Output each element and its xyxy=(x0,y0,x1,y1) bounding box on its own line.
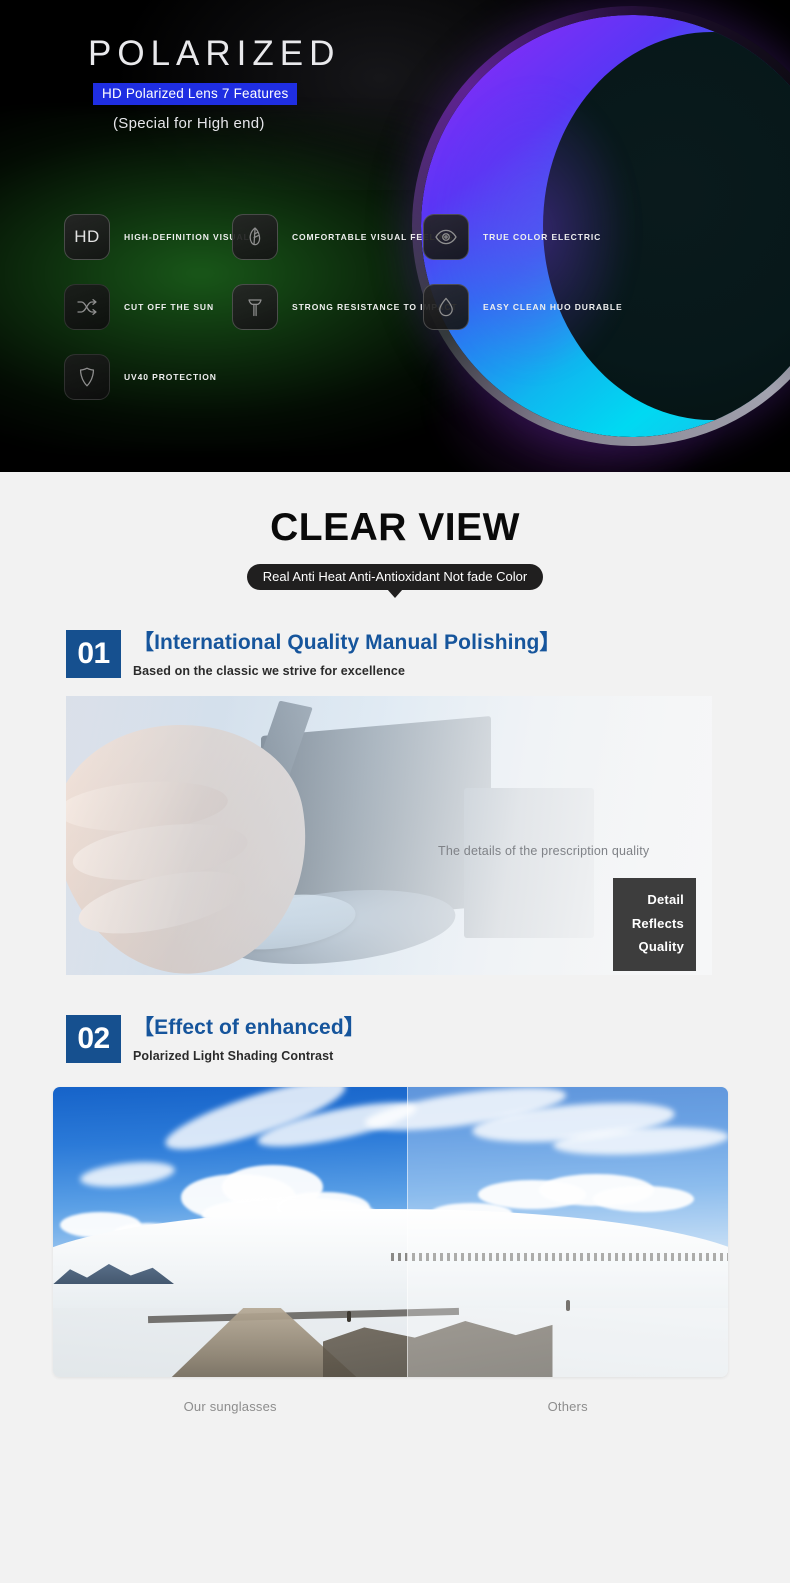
section-01-header: 01 【International Quality Manual Polishi… xyxy=(0,630,790,678)
feature-item-easy-clean-huo-durable: EASY CLEAN HUO DURABLE xyxy=(423,284,623,330)
clear-view-section: CLEAR VIEW Real Anti Heat Anti-Antioxida… xyxy=(0,472,790,1525)
hd-icon-label: HD xyxy=(74,227,100,246)
section-01-title: 【International Quality Manual Polishing】 xyxy=(133,631,561,654)
detail-reflects-quality-box: Detail Reflects Quality xyxy=(613,878,696,972)
section-02-title: 【Effect of enhanced】 xyxy=(133,1016,365,1040)
section-01-subtitle: Based on the classic we strive for excel… xyxy=(133,664,405,679)
caption-others: Others xyxy=(547,1399,588,1415)
leaf-icon xyxy=(232,214,278,260)
box-line-quality: Quality xyxy=(638,939,684,955)
feature-item-true-color-electric: TRUE COLOR ELECTRIC xyxy=(423,214,601,260)
feature-label: TRUE COLOR ELECTRIC xyxy=(483,232,602,242)
product-detail-page: POLARIZED HD Polarized Lens 7 Features (… xyxy=(0,0,790,1525)
hero-banner: POLARIZED HD Polarized Lens 7 Features (… xyxy=(0,0,790,472)
feature-item-high-definition-visual: HD HIGH-DEFINITION VISUAL xyxy=(64,214,250,260)
feature-item-comfortable-visual-feeling: COMFORTABLE VISUAL FEELING xyxy=(232,214,453,260)
water-drop-icon xyxy=(423,284,469,330)
photo-caption: The details of the prescription quality xyxy=(438,844,650,859)
shield-icon-svg xyxy=(79,367,95,387)
section-02-header: 02 【Effect of enhanced】 Polarized Light … xyxy=(0,1015,790,1063)
caption-our-sunglasses: Our sunglasses xyxy=(183,1399,277,1415)
feature-label: CUT OFF THE SUN xyxy=(124,302,214,312)
section-01: 01 【International Quality Manual Polishi… xyxy=(0,630,790,976)
section-01-number: 01 xyxy=(66,630,121,678)
shuffle-icon xyxy=(64,284,110,330)
clear-view-badge-wrap: Real Anti Heat Anti-Antioxidant Not fade… xyxy=(0,564,790,590)
hammer-icon-svg xyxy=(248,299,262,317)
clear-view-title: CLEAR VIEW xyxy=(270,506,520,549)
clear-view-badge: Real Anti Heat Anti-Antioxidant Not fade… xyxy=(246,564,544,590)
section-02-text: 【Effect of enhanced】 Polarized Light Sha… xyxy=(133,1015,365,1063)
box-line-detail: Detail xyxy=(647,892,684,908)
hd-icon: HD xyxy=(64,214,110,260)
feature-item-cut-off-the-sun: CUT OFF THE SUN xyxy=(64,284,214,330)
feature-label: UV40 PROTECTION xyxy=(124,372,217,382)
person-figure xyxy=(346,1311,351,1323)
unpolarized-overlay xyxy=(407,1087,728,1378)
eye-icon-svg xyxy=(435,229,457,245)
section-01-text: 【International Quality Manual Polishing】… xyxy=(133,630,561,678)
water-drop-icon-svg xyxy=(439,297,453,317)
feature-label: EASY CLEAN HUO DURABLE xyxy=(483,302,623,312)
comparison-divider xyxy=(407,1087,409,1378)
polarized-comparison-photo xyxy=(53,1087,728,1378)
section-02-subtitle: Polarized Light Shading Contrast xyxy=(133,1049,334,1064)
shield-icon xyxy=(64,354,110,400)
bottom-spacer xyxy=(0,1414,790,1524)
feature-item-uv40-protection: UV40 PROTECTION xyxy=(64,354,217,400)
feature-label: HIGH-DEFINITION VISUAL xyxy=(124,232,250,242)
leaf-icon-svg xyxy=(249,227,261,246)
section-02: 02 【Effect of enhanced】 Polarized Light … xyxy=(0,1015,790,1414)
polishing-photo: The details of the prescription quality … xyxy=(66,696,712,976)
comparison-captions: Our sunglasses Others xyxy=(53,1399,728,1414)
section-02-number: 02 xyxy=(66,1015,121,1064)
shuffle-icon-svg xyxy=(77,298,97,316)
box-line-reflects: Reflects xyxy=(631,915,684,931)
feature-icon-grid: HD HIGH-DEFINITION VISUAL COMFORTABLE VI… xyxy=(0,0,790,472)
eye-icon xyxy=(423,214,469,260)
hammer-icon xyxy=(232,284,278,330)
